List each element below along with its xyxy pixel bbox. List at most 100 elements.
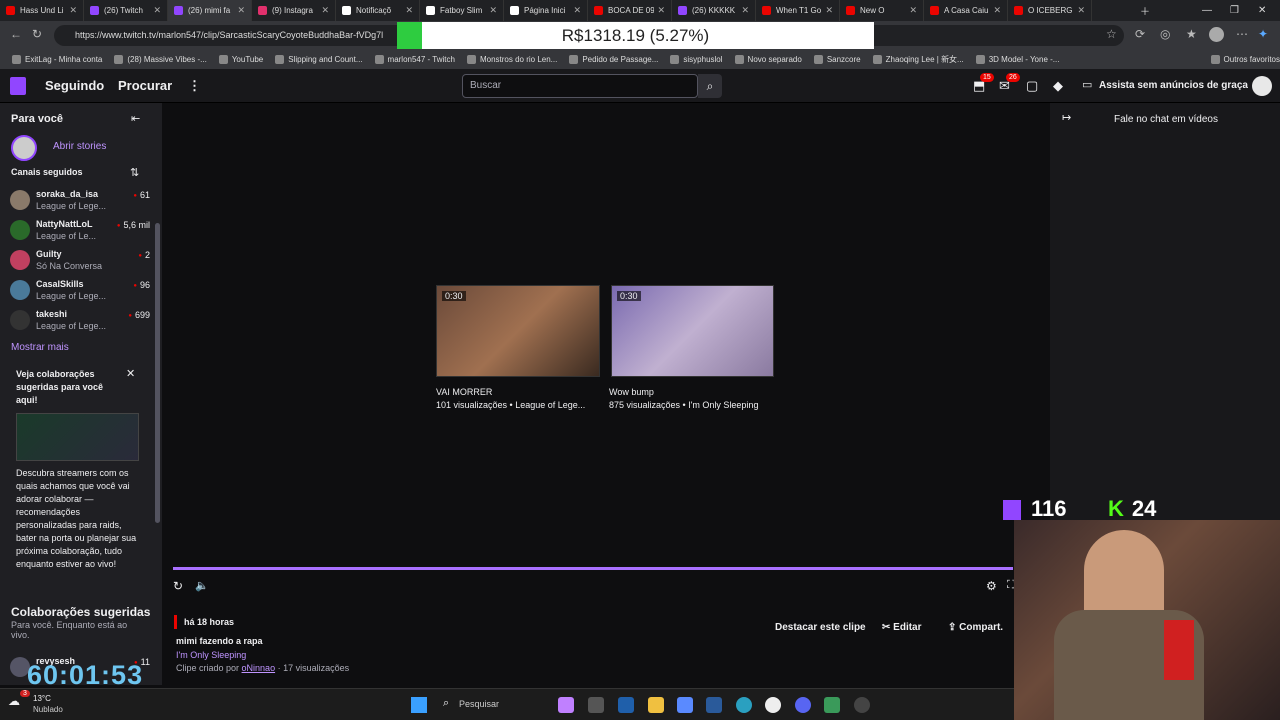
settings-icon[interactable]: ⚙ [986, 579, 997, 593]
menu-icon[interactable]: ⋯ [1236, 27, 1248, 41]
share-clip-button[interactable]: ⇪ Compart. [942, 617, 1009, 639]
bookmark-item[interactable]: YouTube [218, 54, 263, 64]
open-stories-link[interactable]: Abrir stories [53, 141, 106, 152]
edge-icon[interactable] [736, 697, 752, 713]
copilot-icon[interactable]: ✦ [1258, 27, 1268, 41]
sidebar-channel[interactable]: soraka_da_isa League of Lege... 61 [10, 188, 150, 216]
app-icon[interactable] [558, 697, 574, 713]
bookmark-item[interactable]: Pedido de Passage... [569, 54, 658, 64]
clip-category-link[interactable]: I'm Only Sleeping [176, 650, 246, 660]
extension-icon[interactable]: ◎ [1160, 27, 1170, 41]
app-icon[interactable] [824, 697, 840, 713]
tab-close-icon[interactable]: ✕ [69, 5, 77, 16]
browser-tab[interactable]: (26) Twitch ✕ [84, 0, 168, 21]
bookmark-star-icon[interactable]: ☆ [1106, 27, 1117, 41]
app-icon[interactable] [588, 697, 604, 713]
sidebar-channel[interactable]: takeshi League of Lege... 699 [10, 308, 150, 336]
browser-tab[interactable]: (26) KKKKK ✕ [672, 0, 756, 21]
folder-icon[interactable] [648, 697, 664, 713]
bookmark-item[interactable]: Zhaoqing Lee | 新女... [872, 54, 964, 65]
bookmark-item[interactable]: Monstros do rio Len... [466, 54, 557, 64]
profile-avatar[interactable] [1209, 27, 1224, 42]
bookmark-item[interactable]: Sanzcore [813, 54, 861, 64]
clip-title[interactable]: Wow bump [609, 387, 654, 397]
tab-close-icon[interactable]: ✕ [825, 5, 833, 16]
replay-icon[interactable]: ↻ [173, 579, 183, 593]
tab-close-icon[interactable]: ✕ [237, 5, 245, 16]
sidebar-channel[interactable]: Guilty Só Na Conversa 2 [10, 248, 150, 276]
sort-icon[interactable]: ⇅ [130, 166, 139, 179]
taskbar-search-input[interactable]: Pesquisar [459, 699, 499, 709]
twitch-logo-icon[interactable] [10, 77, 26, 95]
browser-tab[interactable]: (26) mimi fa ✕ [168, 0, 252, 21]
browser-tab[interactable]: BOCA DE 09 ✕ [588, 0, 672, 21]
edit-clip-button[interactable]: ✂ Editar [876, 617, 928, 639]
chrome-icon[interactable] [765, 697, 781, 713]
tab-close-icon[interactable]: ✕ [321, 5, 329, 16]
playback-progress-bar[interactable] [173, 567, 1013, 570]
browser-tab[interactable]: Hass Und Li ✕ [0, 0, 84, 21]
app-icon[interactable] [854, 697, 870, 713]
sidebar-channel[interactable]: NattyNattLoL League of Le... 5,6 mil [10, 218, 150, 246]
show-more-link[interactable]: Mostrar mais [11, 342, 69, 353]
clip-creator-link[interactable]: oNinnao [242, 663, 276, 673]
bits-icon[interactable]: ◆ [1053, 78, 1063, 94]
expand-chat-icon[interactable]: ↦ [1062, 111, 1071, 124]
weather-icon[interactable]: ☁ [8, 694, 20, 708]
bookmark-item[interactable]: (28) Massive Vibes -... [114, 54, 207, 64]
tab-close-icon[interactable]: ✕ [489, 5, 497, 16]
app-icon[interactable] [618, 697, 634, 713]
browser-tab[interactable]: Notificaçõ ✕ [336, 0, 420, 21]
taskbar-search-icon[interactable]: ⌕ [443, 697, 449, 710]
maximize-button[interactable]: ❐ [1230, 0, 1239, 21]
whispers-icon[interactable]: ▢ [1026, 78, 1038, 94]
browser-tab[interactable]: Página Inici ✕ [504, 0, 588, 21]
bookmark-item[interactable]: Slipping and Count... [275, 54, 363, 64]
collapse-sidebar-icon[interactable]: ⇤ [131, 112, 140, 125]
sidebar-scrollbar[interactable] [155, 223, 160, 523]
reload-icon[interactable]: ↻ [32, 27, 42, 41]
stories-avatar[interactable] [11, 135, 37, 161]
tab-close-icon[interactable]: ✕ [993, 5, 1001, 16]
discord-icon[interactable] [795, 697, 811, 713]
nav-browse[interactable]: Procurar [118, 78, 172, 93]
volume-icon[interactable]: 🔈 [195, 579, 209, 592]
more-options-icon[interactable]: ⋮ [188, 78, 201, 94]
browser-tab[interactable]: New O ✕ [840, 0, 924, 21]
bookmark-item[interactable]: Outros favoritos [1210, 54, 1280, 64]
nav-following[interactable]: Seguindo [45, 78, 104, 93]
back-icon[interactable]: ← [10, 27, 22, 41]
tab-close-icon[interactable]: ✕ [741, 5, 749, 16]
minimize-button[interactable]: — [1202, 0, 1212, 21]
windows-start-icon[interactable] [411, 697, 427, 713]
browser-tab[interactable]: (9) Instagra ✕ [252, 0, 336, 21]
ad-free-button[interactable]: Assista sem anúncios de graça [1099, 80, 1248, 91]
close-window-button[interactable]: ✕ [1258, 0, 1266, 21]
app-icon[interactable] [706, 697, 722, 713]
browser-tab[interactable]: Fatboy Slim ✕ [420, 0, 504, 21]
tab-close-icon[interactable]: ✕ [1077, 5, 1085, 16]
sidebar-channel[interactable]: CasalSkills League of Lege... 96 [10, 278, 150, 306]
browser-tab[interactable]: A Casa Caiu ✕ [924, 0, 1008, 21]
tab-close-icon[interactable]: ✕ [657, 5, 665, 16]
search-icon[interactable]: ⌕ [698, 74, 722, 98]
new-tab-button[interactable]: ＋ [1140, 0, 1150, 21]
clip-thumbnail[interactable]: 0:30 [436, 285, 600, 377]
user-avatar[interactable] [1252, 76, 1272, 96]
tab-close-icon[interactable]: ✕ [153, 5, 161, 16]
feature-clip-button[interactable]: Destacar este clipe [769, 617, 872, 639]
tab-close-icon[interactable]: ✕ [573, 5, 581, 16]
favorites-icon[interactable]: ★ [1186, 27, 1197, 41]
tab-close-icon[interactable]: ✕ [405, 5, 413, 16]
clip-title[interactable]: VAI MORRER [436, 387, 492, 397]
bookmark-item[interactable]: Novo separado [734, 54, 802, 64]
clip-thumbnail[interactable]: 0:30 [611, 285, 774, 377]
close-icon[interactable]: ✕ [126, 368, 135, 381]
app-icon[interactable] [677, 697, 693, 713]
bookmark-item[interactable]: 3D Model - Yone -... [975, 54, 1059, 64]
search-input[interactable]: Buscar [462, 74, 698, 98]
bookmark-item[interactable]: ExitLag - Minha conta [12, 54, 102, 64]
extension-icon[interactable]: ⟳ [1135, 27, 1145, 41]
bookmark-item[interactable]: sisyphuslol [670, 54, 723, 64]
bookmark-item[interactable]: marlon547 - Twitch [374, 54, 455, 64]
